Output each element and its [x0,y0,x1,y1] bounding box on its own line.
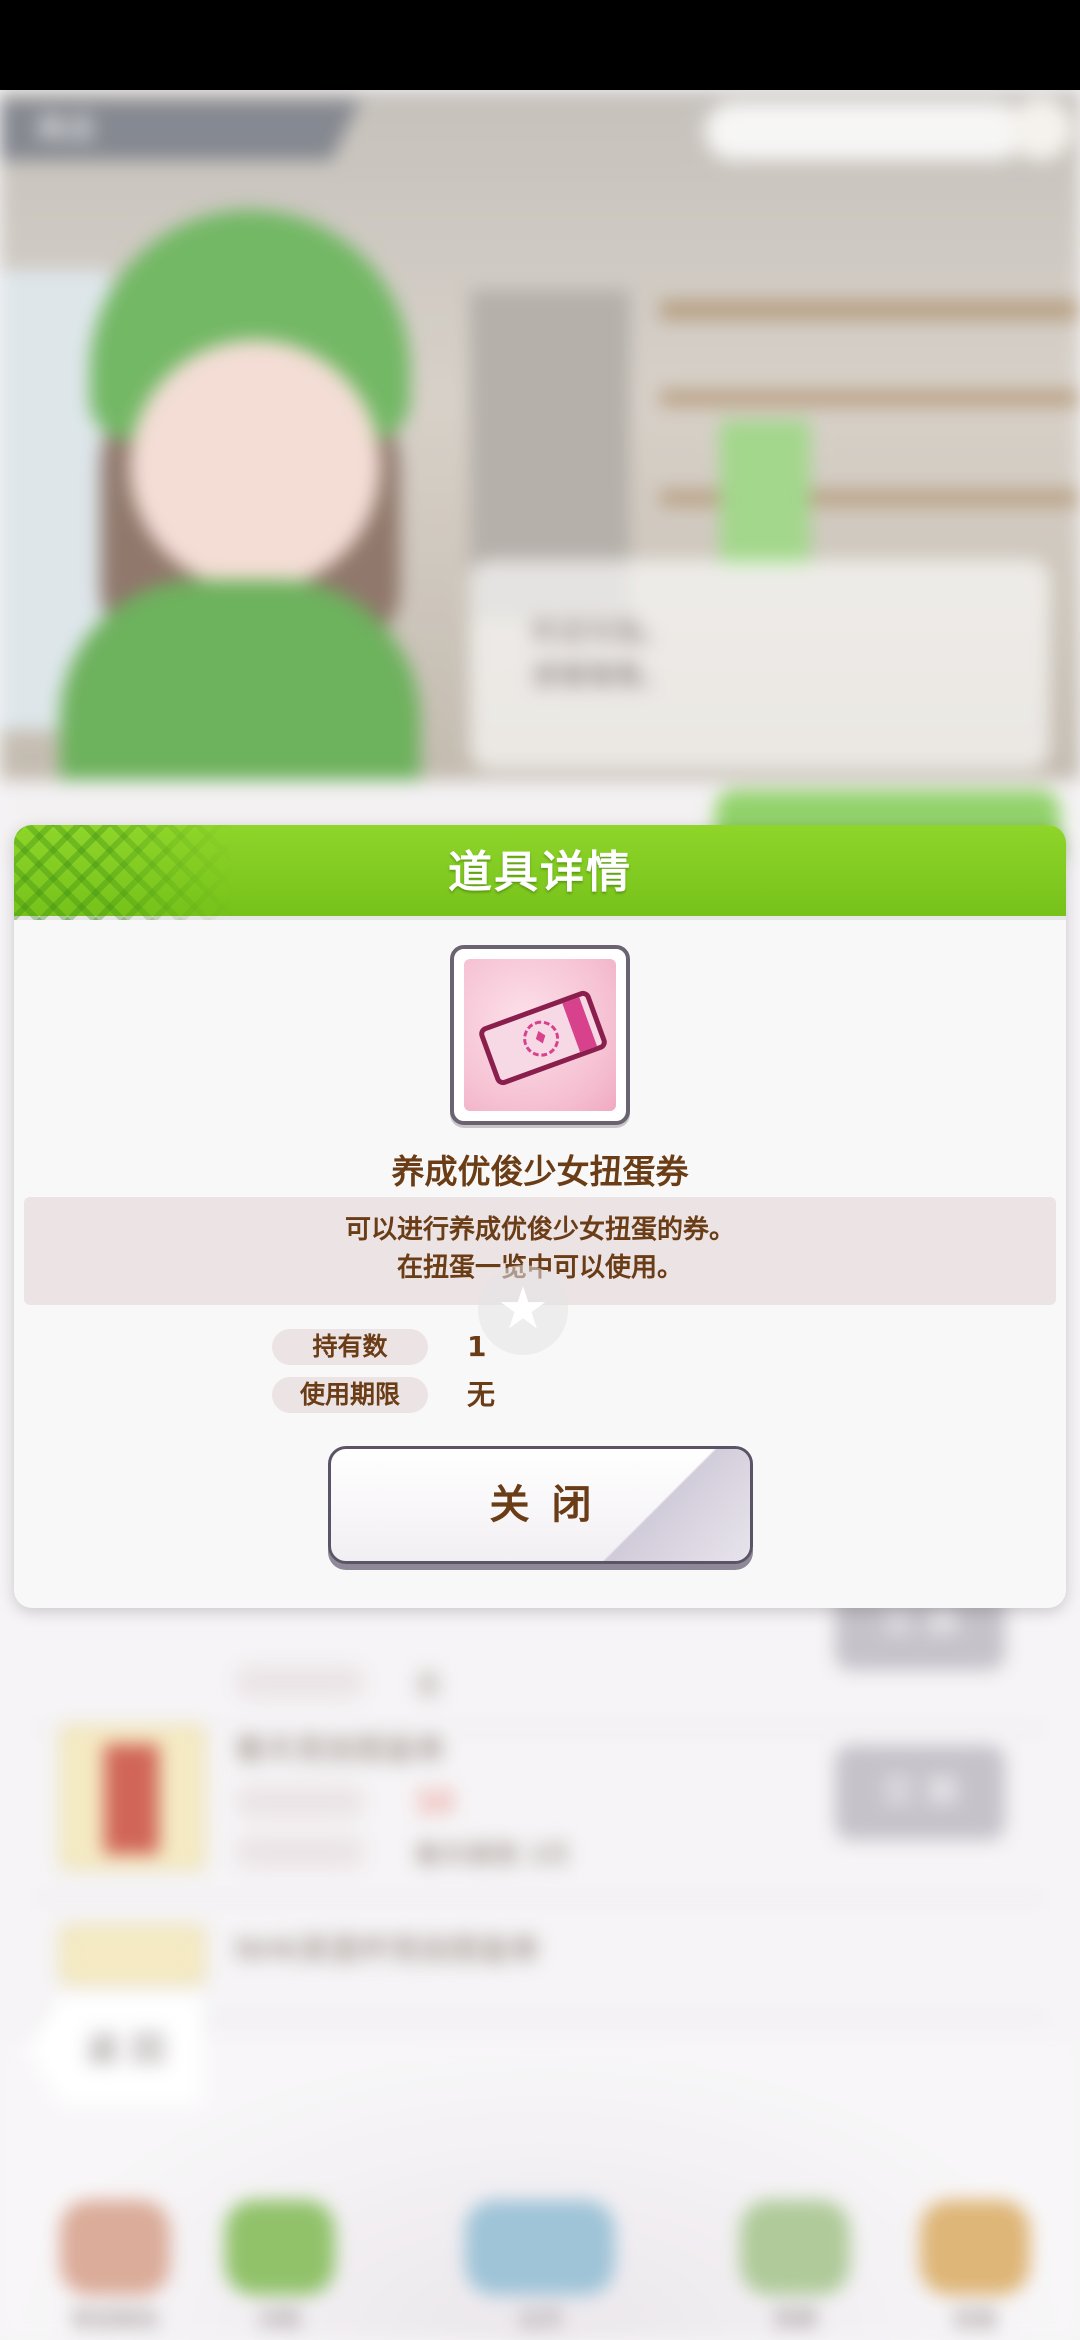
expiry-label: 使用期限 [272,1377,428,1413]
item-name: 养成优俊少女扭蛋券 [391,1152,689,1191]
close-button[interactable]: 关闭 [328,1446,753,1564]
dialog-title: 道具详情 [448,847,632,898]
gacha-ticket-icon: ♦ [450,945,630,1125]
owned-count-label: 持有数 [272,1329,428,1365]
dialog-header: 道具详情 [14,825,1066,920]
item-detail-dialog: 道具详情 ♦ 养成优俊少女扭蛋券 可以进行养成优俊少女扭蛋的券。 在扭蛋一览中可… [14,825,1066,1608]
description-line: 可以进行养成优俊少女扭蛋的券。 [344,1215,735,1245]
star-icon: ★ [478,1265,568,1355]
status-bar [0,0,1080,90]
owned-count-value: 1 [467,1330,487,1363]
expiry-value: 无 [467,1378,496,1411]
close-button-label: 关闭 [489,1482,614,1528]
